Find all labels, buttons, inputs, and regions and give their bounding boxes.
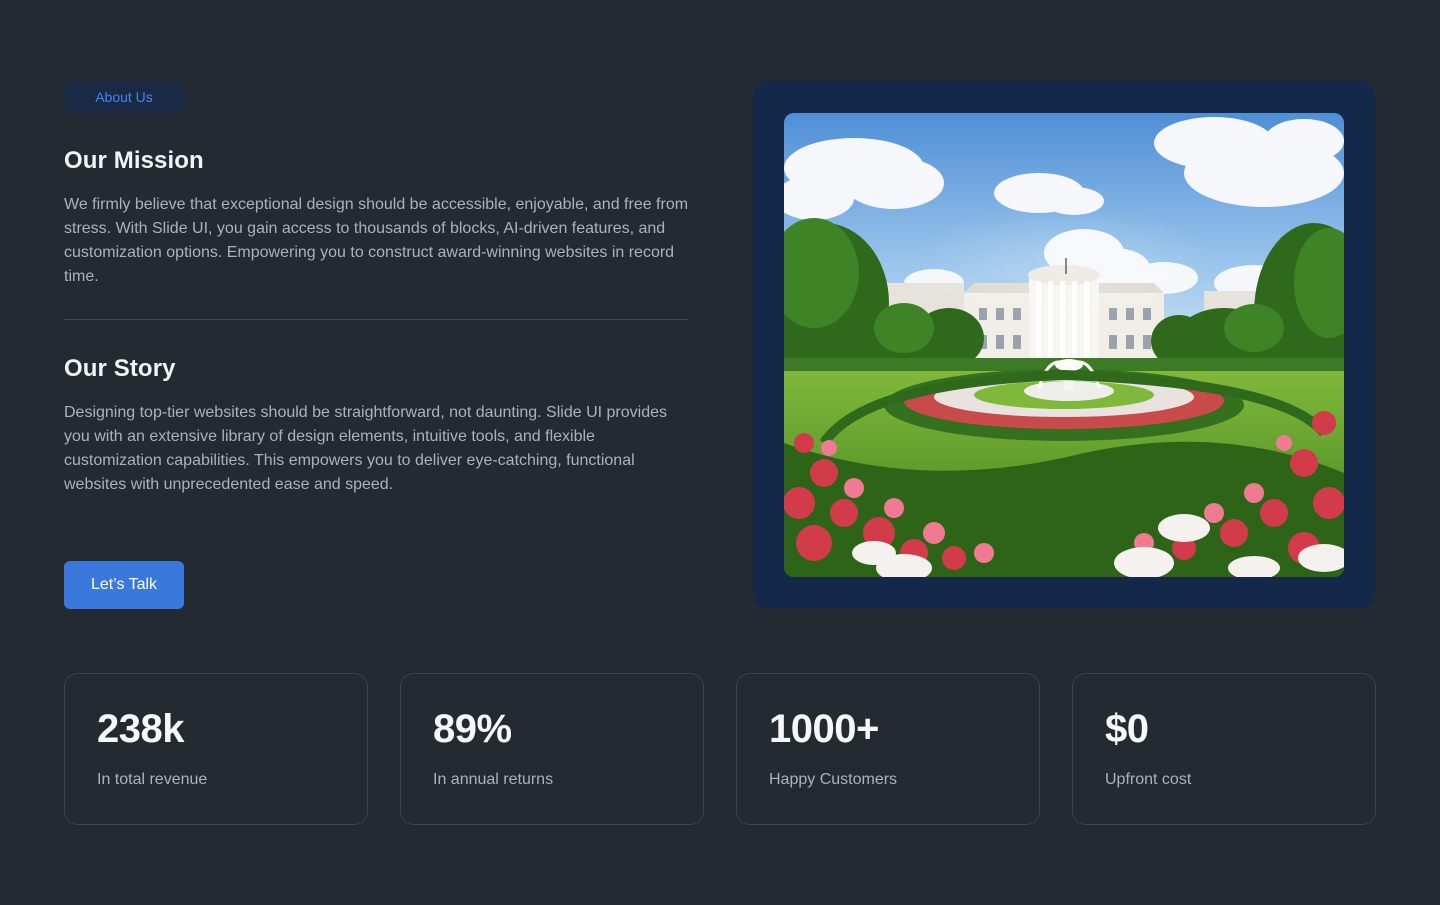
stat-card-customers: 1000+ Happy Customers [736,673,1040,825]
mission-text: We firmly believe that exceptional desig… [64,196,689,285]
image-frame [753,81,1375,608]
section-divider [64,319,688,320]
lets-talk-button[interactable]: Let’s Talk [64,561,184,609]
about-section: About Us Our Mission We firmly believe t… [0,0,1440,905]
story-text: Designing top-tier websites should be st… [64,404,667,493]
stat-label: In total revenue [97,771,208,788]
stat-value: 89% [433,707,512,751]
stat-label: In annual returns [433,771,554,788]
stat-value: $0 [1105,707,1149,751]
about-us-badge: About Us [64,81,184,113]
stat-label: Happy Customers [769,771,898,788]
stat-value: 238k [97,707,184,751]
stat-value: 1000+ [769,707,879,751]
stat-card-revenue: 238k In total revenue [64,673,368,825]
mission-heading: Our Mission [64,147,204,174]
stat-card-returns: 89% In annual returns [400,673,704,825]
stat-label: Upfront cost [1105,771,1192,788]
stat-card-upfront-cost: $0 Upfront cost [1072,673,1376,825]
garden-mansion-image [784,113,1344,577]
story-heading: Our Story [64,355,176,382]
